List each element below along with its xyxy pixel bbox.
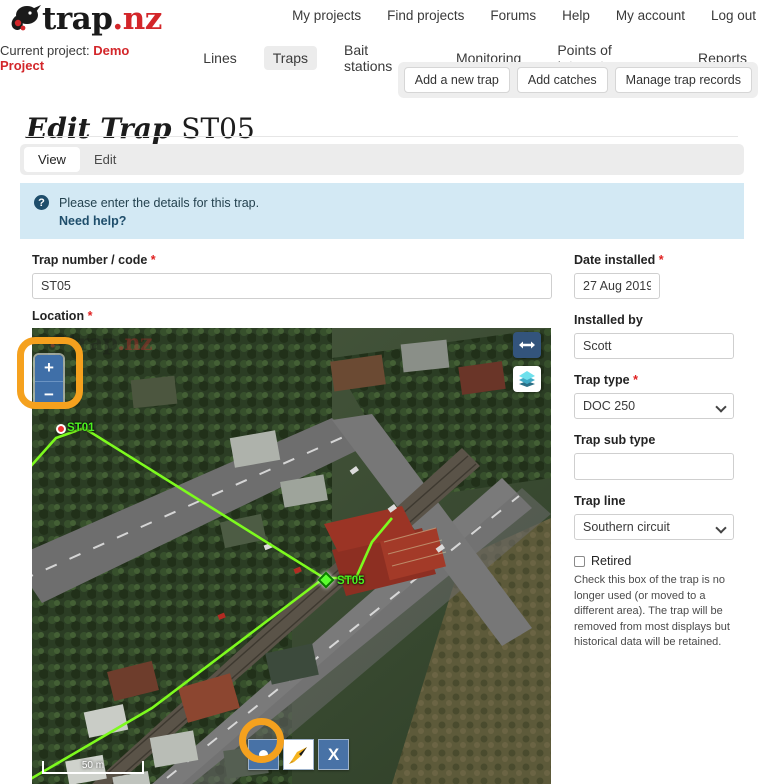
zoom-out-button[interactable]: − (35, 381, 63, 407)
date-installed-input[interactable] (574, 273, 660, 299)
trap-type-group: Trap type * (574, 373, 734, 419)
watermark-text: trap.nz (68, 330, 153, 356)
trap-sub-type-group: Trap sub type (574, 433, 734, 480)
nav-my-account[interactable]: My account (616, 8, 685, 23)
nav-find-projects[interactable]: Find projects (387, 8, 464, 23)
retired-checkbox-row[interactable]: Retired (574, 554, 734, 568)
trap-line-label: Trap line (574, 494, 626, 508)
location-map[interactable]: trap.nz ST01 ST05 X 50 m (32, 328, 551, 784)
trap-line-select-wrapper (574, 514, 734, 540)
satellite-imagery (32, 328, 551, 784)
nav-log-out[interactable]: Log out (711, 8, 756, 23)
location-label-text: Location (32, 309, 85, 323)
trap-type-label: Trap type * (574, 373, 734, 387)
zoom-in-button[interactable]: + (35, 355, 63, 381)
trap-line-group: Trap line (574, 494, 734, 540)
retired-label: Retired (591, 554, 632, 568)
watermark-trap: trap (68, 330, 118, 356)
date-installed-label: Date installed * (574, 253, 734, 267)
watermark-bird-icon (48, 334, 67, 350)
marker-st01[interactable] (56, 424, 66, 434)
marker-label-st01: ST01 (67, 422, 95, 434)
nav-my-projects[interactable]: My projects (292, 8, 361, 23)
right-form-column: Date installed * Installed by Trap type … (574, 253, 734, 665)
required-asterisk: * (150, 253, 156, 267)
installed-by-label: Installed by (574, 313, 643, 327)
info-banner-text: Please enter the details for this trap. … (59, 194, 259, 228)
edit-geometry-tool-button[interactable] (283, 739, 314, 770)
pencil-edit-icon (288, 746, 307, 764)
trap-type-label-text: Trap type (574, 373, 630, 387)
current-project: Current project: Demo Project (0, 43, 176, 73)
installed-by-group: Installed by (574, 313, 734, 359)
trap-number-group: Trap number / code * (32, 253, 552, 299)
logo-word-trap: trap (42, 0, 113, 37)
question-mark-icon: ? (34, 195, 49, 210)
trap-sub-type-input[interactable] (574, 453, 734, 480)
map-scale-bar: 50 m (42, 760, 144, 774)
trap-type-required-asterisk: * (633, 373, 638, 387)
info-message: Please enter the details for this trap. (59, 196, 260, 210)
watermark-nz: .nz (117, 330, 153, 356)
double-arrow-icon (519, 341, 535, 349)
trap-action-toolbar: Add a new trap Add catches Manage trap r… (397, 62, 758, 98)
info-banner: ? Please enter the details for this trap… (20, 183, 744, 239)
location-required-asterisk: * (87, 309, 93, 323)
retired-checkbox[interactable] (574, 555, 585, 567)
marker-label-st05: ST05 (337, 575, 365, 587)
date-installed-label-text: Date installed (574, 253, 656, 267)
site-logo[interactable]: trap.nz (8, 2, 162, 36)
projnav-item-traps[interactable]: Traps (263, 46, 318, 70)
point-marker-icon (259, 750, 268, 759)
add-catches-button[interactable]: Add catches (516, 67, 608, 93)
current-project-prefix: Current project: (0, 43, 90, 58)
manage-trap-records-button[interactable]: Manage trap records (614, 67, 752, 93)
retired-group: Retired Check this box of the trap is no… (574, 554, 734, 651)
draw-point-tool-button[interactable] (248, 739, 279, 770)
trap-number-label: Trap number / code * (32, 253, 552, 267)
date-installed-group: Date installed * (574, 253, 734, 299)
measure-tool-button[interactable] (513, 332, 541, 358)
map-draw-toolbar: X (248, 739, 349, 770)
page-title-trap-code: ST05 (181, 111, 255, 145)
projnav-item-lines[interactable]: Lines (194, 46, 245, 70)
installed-by-input[interactable] (574, 333, 734, 359)
trap-number-label-text: Trap number / code (32, 253, 148, 267)
delete-geometry-tool-button[interactable]: X (318, 739, 349, 770)
retired-help-text: Check this box of the trap is no longer … (574, 574, 730, 649)
view-edit-tabs: View Edit (20, 144, 744, 175)
map-watermark: trap.nz (46, 330, 153, 356)
trap-type-select[interactable] (574, 393, 734, 419)
nav-forums[interactable]: Forums (490, 8, 536, 23)
need-help-link[interactable]: Need help? (59, 212, 259, 230)
page-title: Edit Trap ST05 (26, 112, 255, 145)
main-navigation: My projects Find projects Forums Help My… (292, 8, 756, 23)
bird-rat-logo-icon (8, 3, 42, 35)
page-title-emphasis: Edit Trap (26, 111, 172, 145)
date-required-asterisk: * (658, 253, 664, 267)
left-form-column: Trap number / code * (32, 253, 552, 313)
tab-view[interactable]: View (24, 147, 80, 172)
map-zoom-controls: + − (35, 355, 63, 407)
layers-stack-icon (519, 371, 535, 387)
layers-toggle-button[interactable] (513, 366, 541, 392)
trap-number-input[interactable] (32, 273, 552, 299)
add-new-trap-button[interactable]: Add a new trap (403, 67, 510, 93)
trap-line-select[interactable] (574, 514, 734, 540)
top-header: trap.nz My projects Find projects Forums… (0, 0, 764, 38)
location-label: Location * (32, 309, 92, 329)
trap-type-select-wrapper (574, 393, 734, 419)
map-top-right-controls (513, 332, 541, 400)
nav-help[interactable]: Help (562, 8, 590, 23)
trap-sub-type-label: Trap sub type (574, 433, 656, 447)
tab-edit[interactable]: Edit (80, 147, 130, 172)
logo-wordmark: trap.nz (42, 0, 162, 37)
map-scale-label: 50 m (81, 760, 105, 771)
title-divider (26, 136, 738, 137)
logo-word-nz: .nz (112, 0, 162, 37)
